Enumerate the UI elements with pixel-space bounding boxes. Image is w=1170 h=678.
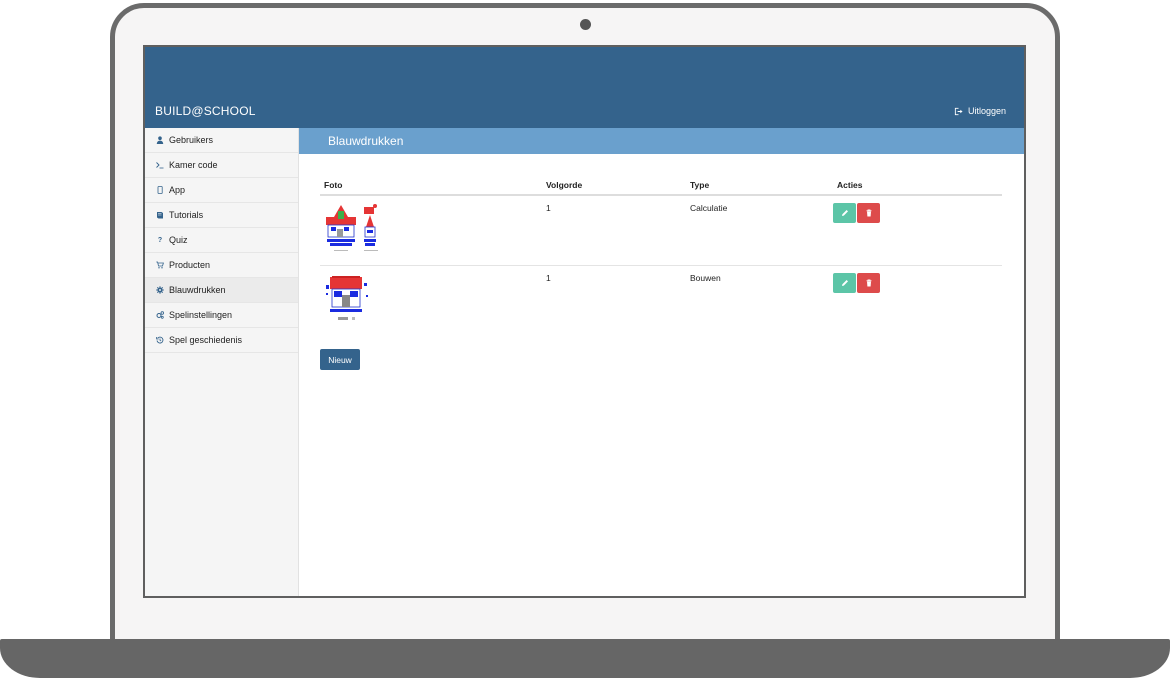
type-cell: Calculatie bbox=[686, 194, 833, 265]
screen: BUILD@SCHOOL Uitloggen Gebruikers Kamer … bbox=[143, 45, 1026, 598]
edit-button[interactable] bbox=[833, 272, 856, 293]
sidebar-item-gebruikers[interactable]: Gebruikers bbox=[145, 128, 298, 153]
main-content: Blauwdrukken Foto Volgorde Type Acties 1… bbox=[299, 128, 1024, 596]
pencil-icon bbox=[841, 210, 848, 216]
table-row: 1 Calculatie bbox=[320, 194, 1002, 265]
column-header-foto: Foto bbox=[320, 176, 542, 196]
mobile-icon bbox=[156, 186, 164, 194]
terminal-icon bbox=[156, 161, 164, 169]
sidebar-item-label: Tutorials bbox=[169, 210, 204, 220]
actions-cell bbox=[833, 194, 1002, 265]
page-title: Blauwdrukken bbox=[299, 128, 1024, 154]
sidebar-item-spel-geschiedenis[interactable]: Spel geschiedenis bbox=[145, 328, 298, 353]
sidebar-item-label: Producten bbox=[169, 260, 211, 270]
column-header-type: Type bbox=[686, 176, 833, 196]
sidebar-item-label: App bbox=[169, 185, 186, 195]
sidebar-item-label: Spelinstellingen bbox=[169, 310, 233, 320]
trash-icon bbox=[866, 279, 871, 286]
foto-cell bbox=[320, 194, 542, 265]
brand-logo[interactable]: BUILD@SCHOOL bbox=[155, 104, 256, 118]
sidebar-item-label: Quiz bbox=[169, 235, 188, 245]
history-icon bbox=[156, 336, 164, 344]
sidebar-item-label: Blauwdrukken bbox=[169, 285, 226, 295]
blueprint-thumbnail bbox=[326, 204, 378, 251]
cart-icon bbox=[156, 261, 164, 269]
book-icon bbox=[156, 211, 164, 219]
logout-icon bbox=[954, 107, 963, 115]
new-button[interactable]: Nieuw bbox=[320, 349, 360, 370]
blueprints-table: Foto Volgorde Type Acties 1 Calculatie 1… bbox=[320, 176, 1002, 335]
laptop-base bbox=[0, 639, 1170, 678]
camera bbox=[580, 19, 591, 30]
sidebar-item-quiz[interactable]: ? Quiz bbox=[145, 228, 298, 253]
edit-button[interactable] bbox=[833, 203, 856, 223]
table-row: 1 Bouwen bbox=[320, 264, 1002, 335]
blueprint-thumbnail bbox=[326, 275, 368, 320]
logout-link[interactable]: Uitloggen bbox=[954, 106, 1006, 116]
gears-icon bbox=[156, 311, 164, 319]
foto-cell bbox=[320, 264, 542, 335]
question-icon: ? bbox=[157, 236, 163, 244]
top-bar: BUILD@SCHOOL Uitloggen bbox=[145, 47, 1024, 128]
column-header-acties: Acties bbox=[833, 176, 1002, 196]
pencil-icon bbox=[841, 279, 848, 286]
sidebar-item-kamer-code[interactable]: Kamer code bbox=[145, 153, 298, 178]
user-icon bbox=[156, 136, 164, 144]
trash-icon bbox=[866, 209, 871, 217]
sidebar-item-app[interactable]: App bbox=[145, 178, 298, 203]
actions-cell bbox=[833, 264, 1002, 335]
gear-icon bbox=[156, 286, 164, 294]
sidebar-item-label: Gebruikers bbox=[169, 135, 214, 145]
sidebar-item-label: Kamer code bbox=[169, 160, 218, 170]
sidebar-item-blauwdrukken[interactable]: Blauwdrukken bbox=[145, 278, 298, 303]
logout-label: Uitloggen bbox=[967, 106, 1006, 116]
column-header-volgorde: Volgorde bbox=[542, 176, 686, 196]
volgorde-cell: 1 bbox=[542, 194, 686, 265]
volgorde-cell: 1 bbox=[542, 264, 686, 335]
delete-button[interactable] bbox=[857, 272, 880, 293]
table-header-row: Foto Volgorde Type Acties bbox=[320, 176, 1002, 196]
sidebar: Gebruikers Kamer code App Tutorials ? Qu… bbox=[145, 128, 299, 596]
delete-button[interactable] bbox=[857, 203, 880, 223]
sidebar-item-tutorials[interactable]: Tutorials bbox=[145, 203, 298, 228]
type-cell: Bouwen bbox=[686, 264, 833, 335]
sidebar-item-producten[interactable]: Producten bbox=[145, 253, 298, 278]
sidebar-item-label: Spel geschiedenis bbox=[169, 335, 243, 345]
sidebar-item-spelinstellingen[interactable]: Spelinstellingen bbox=[145, 303, 298, 328]
